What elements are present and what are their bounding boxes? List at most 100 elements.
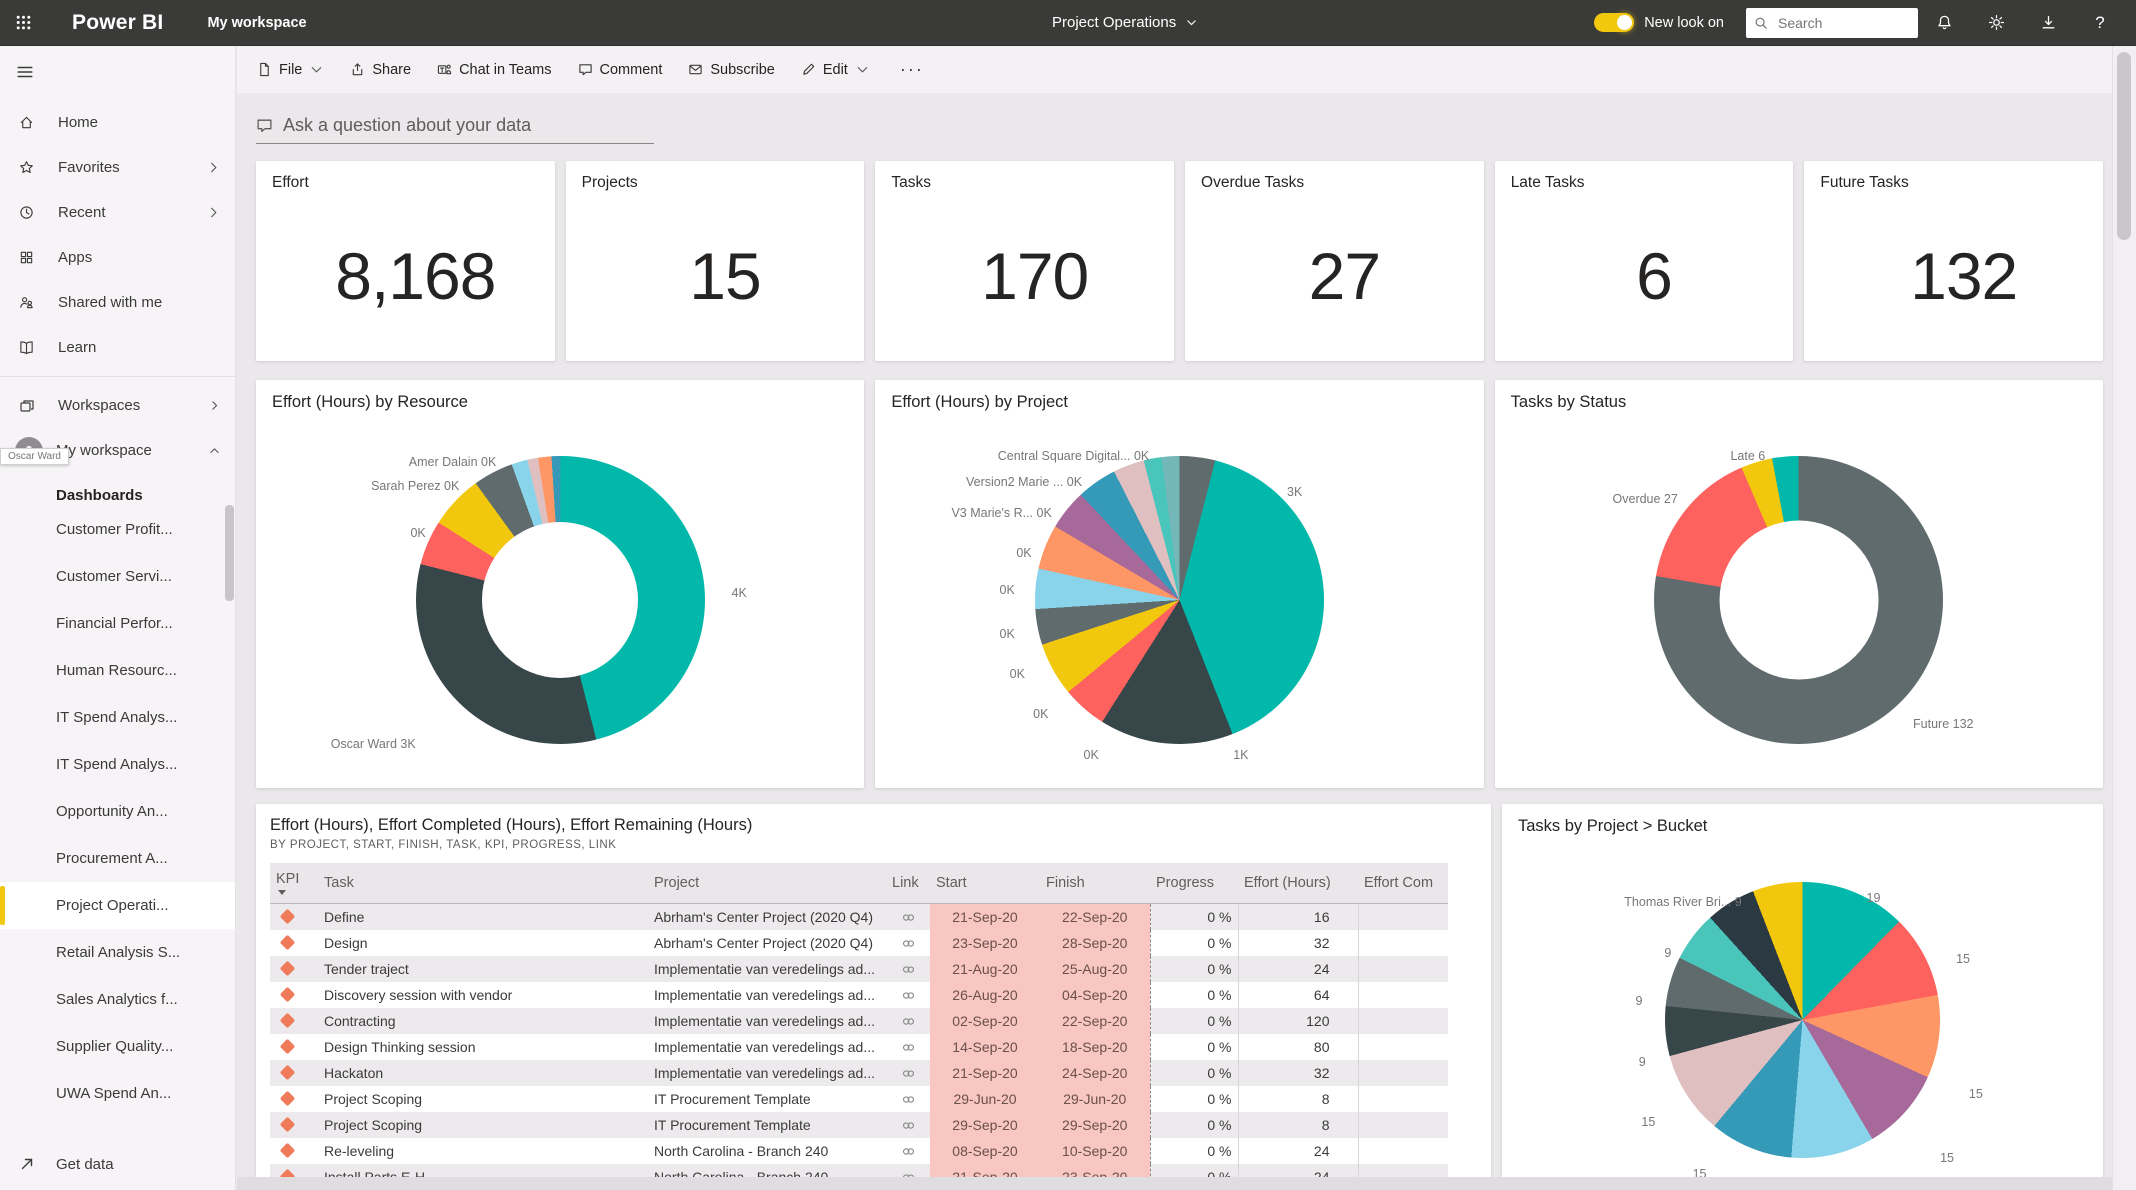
sidebar-item-recent[interactable]: Recent xyxy=(0,190,235,235)
pie-chart[interactable]: 19151515SCM Request for Net... 151515999… xyxy=(1624,860,1983,1178)
pie-data-label: 1K xyxy=(1233,747,1249,762)
table-column-header[interactable]: Progress xyxy=(1150,863,1238,904)
table-row: Tender traject Implementatie van veredeli… xyxy=(270,956,1448,982)
table-column-header[interactable]: Effort (Hours) xyxy=(1238,863,1358,904)
sidebar-dashboard-item[interactable]: Customer Profit... xyxy=(0,506,235,553)
kpi-card-overdue-tasks[interactable]: Overdue Tasks 27 xyxy=(1185,161,1484,361)
sidebar-item-shared-with-me[interactable]: Shared with me xyxy=(0,280,235,325)
ask-question-input[interactable]: Ask a question about your data xyxy=(256,115,654,144)
notifications-bell-icon[interactable] xyxy=(1918,0,1970,46)
table-column-header[interactable]: Effort Com xyxy=(1358,863,1448,904)
link-icon[interactable] xyxy=(901,936,916,951)
link-icon[interactable] xyxy=(901,1118,916,1133)
download-icon[interactable] xyxy=(2022,0,2074,46)
sidebar-dashboard-item[interactable]: Customer Servi... xyxy=(0,553,235,600)
table-column-header[interactable]: Task xyxy=(318,863,648,904)
project-cell: Implementatie van veredelings ad... xyxy=(648,1060,886,1086)
sidebar-dashboard-item[interactable]: Procurement A... xyxy=(0,835,235,882)
tasks-by-bucket-card[interactable]: Tasks by Project > Bucket19151515SCM Req… xyxy=(1502,804,2103,1178)
hamburger-menu-icon[interactable] xyxy=(2,50,48,94)
bottom-row: Effort (Hours), Effort Completed (Hours)… xyxy=(256,804,2103,1178)
link-icon[interactable] xyxy=(901,988,916,1003)
pie-chart[interactable]: Central Square Digital... 0K 3K 1K 0K 0K 0K 0K… xyxy=(951,432,1347,768)
sidebar-item-learn[interactable]: Learn xyxy=(0,325,235,370)
kpi-status-diamond-icon xyxy=(279,1038,296,1055)
sidebar-dashboard-item[interactable]: UWA Spend An... xyxy=(0,1070,235,1117)
table-column-header[interactable]: Link xyxy=(886,863,930,904)
link-icon[interactable] xyxy=(901,1014,916,1029)
app-launcher-icon[interactable] xyxy=(0,0,46,46)
chart-card-2[interactable]: Tasks by Status Future 132 Overdue 27 Late … xyxy=(1494,380,2103,788)
kpi-status-diamond-icon xyxy=(279,1064,296,1081)
top-app-bar: Power BI My workspace Project Operations… xyxy=(0,0,2136,46)
chart-card-1[interactable]: Effort (Hours) by Project Central Square … xyxy=(875,380,1484,788)
sidebar-dashboard-item[interactable]: IT Spend Analys... xyxy=(0,694,235,741)
link-icon[interactable] xyxy=(901,1040,916,1055)
sidebar-item-apps[interactable]: Apps xyxy=(0,235,235,280)
link-icon[interactable] xyxy=(901,1066,916,1081)
sidebar-dashboard-item[interactable]: Human Resourc... xyxy=(0,647,235,694)
toolbar-button-subscribe[interactable]: Subscribe xyxy=(688,62,775,78)
more-options-button[interactable]: ··· xyxy=(900,59,924,80)
toolbar-button-file[interactable]: File xyxy=(257,62,324,78)
chart-card-0[interactable]: Effort (Hours) by Resource 4K Oscar Ward 3… xyxy=(256,380,865,788)
link-icon[interactable] xyxy=(901,1144,916,1159)
new-look-toggle[interactable] xyxy=(1594,13,1635,32)
sidebar-item-favorites[interactable]: Favorites xyxy=(0,145,235,190)
donut-chart[interactable]: 4K Oscar Ward 3K 0K Sarah Perez 0K Amer Dala… xyxy=(331,432,747,768)
kpi-card-effort[interactable]: Effort 8,168 xyxy=(256,161,555,361)
sidebar-dashboard-item[interactable]: Supplier Quality... xyxy=(0,1023,235,1070)
search-box[interactable] xyxy=(1746,7,1918,38)
page-scrollbar[interactable] xyxy=(2112,46,2136,1190)
pie-slices xyxy=(1664,882,1941,1158)
table-row: Re-leveling North Carolina - Branch 240 08… xyxy=(270,1138,1448,1164)
toolbar-button-share[interactable]: Share xyxy=(350,62,411,78)
kpi-cell xyxy=(270,982,318,1008)
sidebar-item-home[interactable]: Home xyxy=(0,100,235,145)
sidebar-dashboard-item[interactable]: Project Operati... xyxy=(0,882,235,929)
workspace-breadcrumb[interactable]: My workspace xyxy=(207,15,306,31)
link-icon[interactable] xyxy=(901,910,916,925)
sidebar-dashboard-item[interactable]: IT Spend Analys... xyxy=(0,741,235,788)
table-row: Contracting Implementatie van veredelings… xyxy=(270,1008,1448,1034)
task-cell: Re-leveling xyxy=(324,1143,395,1159)
clock-icon xyxy=(19,205,43,220)
toolbar-button-comment[interactable]: Comment xyxy=(578,62,662,78)
pie-data-label: Thomas River Bri... 9 xyxy=(1624,894,1742,909)
table-column-header[interactable]: Project xyxy=(648,863,886,904)
dashboard-selector[interactable]: Project Operations xyxy=(1052,14,1198,31)
settings-gear-icon[interactable] xyxy=(1970,0,2022,46)
chart-title: Tasks by Status xyxy=(1510,393,1627,411)
table-column-header[interactable]: KPI xyxy=(270,863,318,904)
sidebar-dashboard-item[interactable]: Sales Analytics f... xyxy=(0,976,235,1023)
table-column-header[interactable]: Finish xyxy=(1040,863,1150,904)
task-cell: Design xyxy=(324,935,368,951)
kpi-card-tasks[interactable]: Tasks 170 xyxy=(875,161,1175,361)
sidebar-dashboard-item[interactable]: Opportunity An... xyxy=(0,788,235,835)
help-icon[interactable]: ? xyxy=(2074,0,2126,46)
toolbar-button-chat-in-teams[interactable]: Chat in Teams xyxy=(437,62,552,78)
kpi-card-title: Late Tasks xyxy=(1510,174,1585,191)
pie-data-label: 15 xyxy=(1641,1115,1656,1130)
get-data-button[interactable]: Get data xyxy=(0,1144,235,1184)
table-column-header[interactable]: Start xyxy=(930,863,1040,904)
page-scrollbar-thumb[interactable] xyxy=(2117,52,2131,240)
effort-completed-cell xyxy=(1357,1138,1448,1164)
kpi-card-late-tasks[interactable]: Late Tasks 6 xyxy=(1494,161,1794,361)
sidebar-scrollbar-thumb[interactable] xyxy=(225,505,234,601)
sidebar-dashboard-item[interactable]: Retail Analysis S... xyxy=(0,929,235,976)
sidebar-item-workspaces[interactable]: Workspaces xyxy=(0,383,235,428)
link-icon[interactable] xyxy=(901,1092,916,1107)
search-input[interactable] xyxy=(1776,13,1890,32)
pie-data-label: 15 xyxy=(1956,952,1970,967)
dashboard-item-label: Financial Perfor... xyxy=(56,615,173,632)
donut-chart[interactable]: Future 132 Overdue 27 Late 6 xyxy=(1613,432,1974,768)
kpi-card-projects[interactable]: Projects 15 xyxy=(565,161,865,361)
link-cell xyxy=(886,1086,930,1112)
toolbar-button-edit[interactable]: Edit xyxy=(801,62,870,78)
link-icon[interactable] xyxy=(901,962,916,977)
kpi-card-future-tasks[interactable]: Future Tasks 132 xyxy=(1804,161,2104,361)
start-date-cell: 21-Aug-20 xyxy=(930,956,1040,982)
finish-date-cell: 29-Sep-20 xyxy=(1040,1112,1150,1138)
sidebar-dashboard-item[interactable]: Financial Perfor... xyxy=(0,600,235,647)
